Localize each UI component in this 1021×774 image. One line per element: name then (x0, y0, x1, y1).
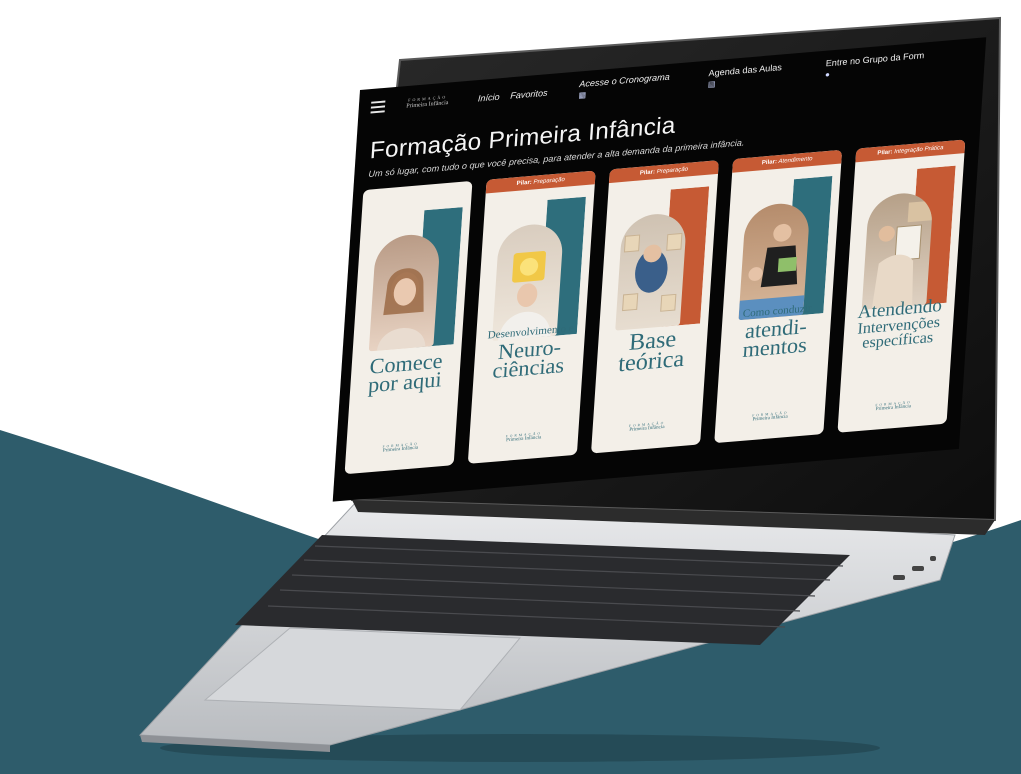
card-footer-logo: FORMAÇÃO Primeira Infância (592, 418, 702, 436)
pilar-badge-value: Atendimento (778, 156, 813, 165)
module-card-intervencoes[interactable]: Pilar: Integração Prática Atendendo Inte… (837, 139, 966, 433)
laptop-screen: FORMAÇÃO Primeira Infância Início Favori… (332, 37, 987, 502)
pilar-badge: Pilar: Integração Prática (855, 139, 966, 163)
card-title: Comece por aqui (350, 348, 462, 397)
card-footer-logo: FORMAÇÃO Primeira Infância (715, 408, 825, 426)
module-card-comece[interactable]: Comece por aqui FORMAÇÃO Primeira Infânc… (344, 180, 473, 475)
pilar-badge-label: Pilar: (877, 149, 893, 157)
nav-agenda[interactable]: Agenda das Aulas ▤ (708, 62, 783, 89)
pilar-badge-value: Integração Prática (893, 145, 944, 156)
card-photo (368, 232, 441, 352)
nav-cronograma[interactable]: Acesse o Cronograma ▦ (578, 72, 670, 100)
card-footer-logo: FORMAÇÃO Primeira Infância (346, 439, 456, 457)
module-cards: Comece por aqui FORMAÇÃO Primeira Infânc… (344, 139, 975, 484)
pilar-badge-value: Preparação (656, 166, 689, 176)
module-card-base-teorica[interactable]: Pilar: Preparação Base teórica FORMAÇÃO … (590, 160, 719, 454)
card-footer-logo: FORMAÇÃO Primeira Infância (469, 428, 579, 446)
card-footer-logo: FORMAÇÃO Primeira Infância (839, 397, 949, 415)
card-title: atendi- mentos (720, 313, 832, 361)
module-card-atendimentos[interactable]: Pilar: Atendimento Como conduzir atendi-… (714, 149, 843, 444)
nav-grupo[interactable]: Entre no Grupo da Form ● (825, 50, 925, 79)
pilar-badge-label: Pilar: (639, 169, 656, 177)
hamburger-icon[interactable] (370, 100, 386, 114)
card-title: Neuro- ciências (473, 334, 585, 383)
pilar-badge: Pilar: Preparação (608, 160, 719, 184)
pilar-badge: Pilar: Preparação (485, 170, 596, 194)
card-title: Atendendo Intervenções específicas (843, 295, 955, 352)
pilar-badge: Pilar: Atendimento (732, 149, 843, 173)
pilar-badge-label: Pilar: (761, 159, 778, 167)
card-photo (615, 211, 688, 331)
module-card-neurociencias[interactable]: Pilar: Preparação Desenvolvimento e Neur… (467, 170, 596, 464)
nav-inicio[interactable]: Início (478, 92, 500, 104)
nav-favoritos[interactable]: Favoritos (510, 88, 548, 101)
pilar-badge-value: Preparação (533, 177, 566, 186)
pilar-badge-label: Pilar: (516, 179, 532, 187)
brand-logo[interactable]: FORMAÇÃO Primeira Infância (403, 94, 452, 110)
card-title: Base teórica (596, 326, 708, 377)
card-photo (861, 190, 934, 310)
screen-stage: FORMAÇÃO Primeira Infância Início Favori… (0, 0, 1021, 774)
